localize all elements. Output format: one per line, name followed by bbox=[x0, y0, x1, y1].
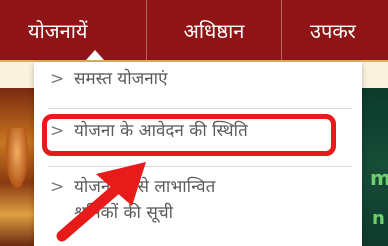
red-arrow-icon bbox=[56, 162, 146, 242]
